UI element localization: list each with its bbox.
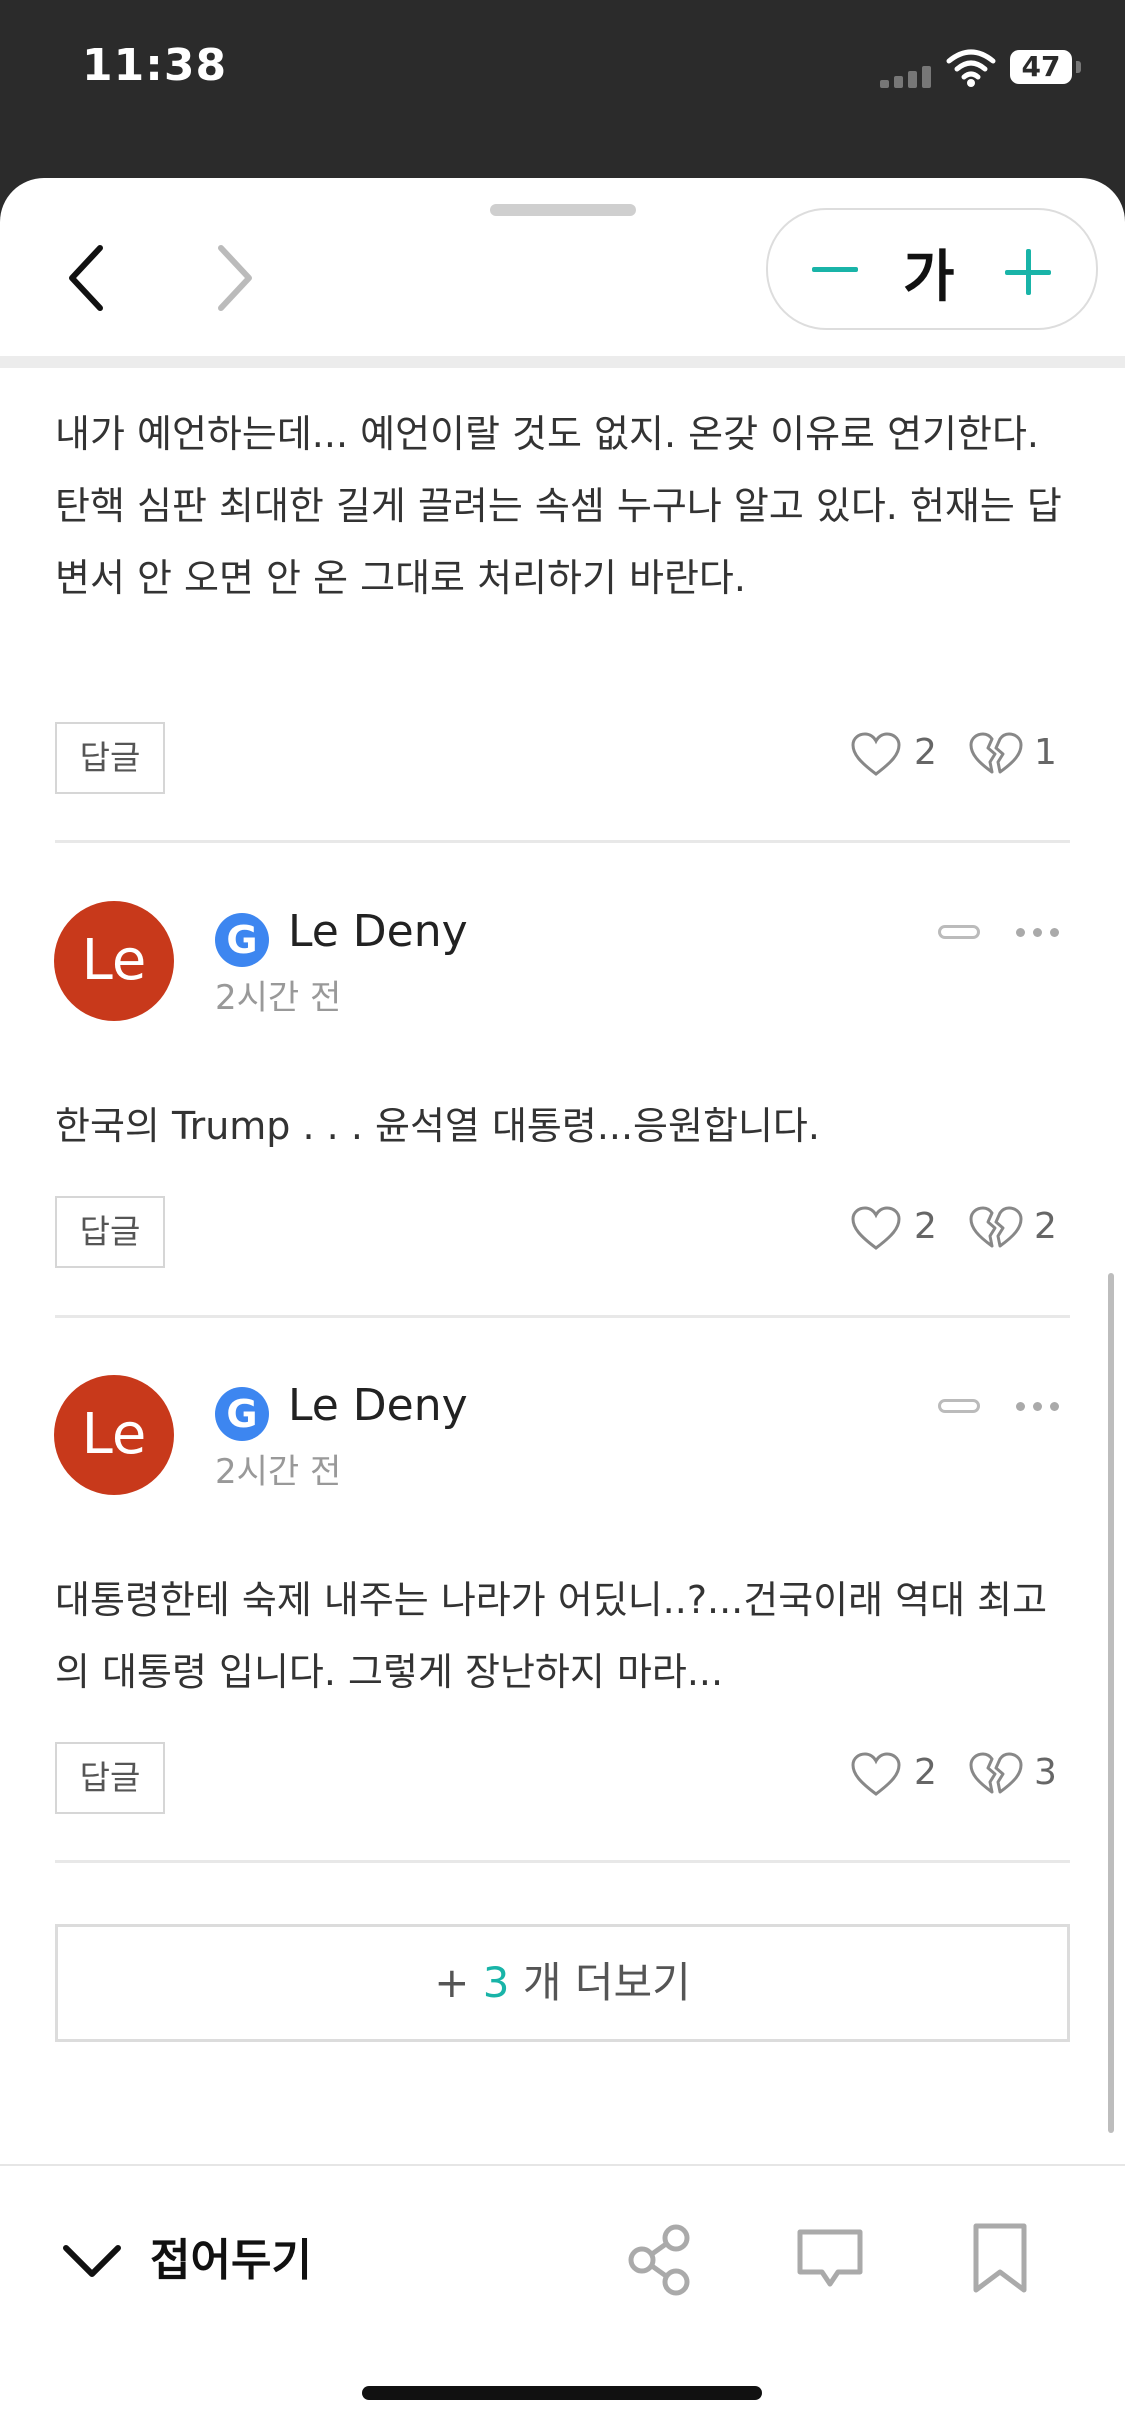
comment-divider (55, 1315, 1070, 1318)
comment-text: 한국의 Trump . . . 윤석열 대통령...응원합니다. (55, 1104, 820, 1148)
collapse-icon[interactable] (938, 925, 980, 939)
share-icon[interactable] (622, 2220, 702, 2300)
dislike-button[interactable]: 1 (968, 726, 1068, 786)
google-icon: G (215, 1387, 269, 1441)
load-more-suffix: 개 더보기 (509, 1958, 691, 2007)
forward-button[interactable] (205, 238, 265, 318)
back-button[interactable] (60, 238, 120, 318)
google-icon: G (215, 913, 269, 967)
like-count: 2 (914, 1206, 937, 1247)
reply-button[interactable]: 답글 (55, 1196, 165, 1268)
scrollbar[interactable] (1108, 1273, 1114, 2133)
more-options-icon[interactable] (1016, 928, 1060, 938)
comment-divider (55, 1860, 1070, 1863)
broken-heart-icon (969, 1206, 1023, 1248)
chevron-left-icon (69, 245, 103, 311)
bottom-toolbar: 접어두기 (0, 2164, 1125, 2436)
header-divider (0, 356, 1125, 368)
dislike-count: 3 (1034, 1752, 1057, 1793)
like-button[interactable]: 2 (850, 1746, 950, 1806)
load-more-prefix: + (434, 1958, 483, 2007)
like-count: 2 (914, 1752, 937, 1793)
avatar[interactable]: Le (54, 901, 174, 1021)
font-decrease-button[interactable] (806, 250, 866, 290)
dislike-button[interactable]: 2 (968, 1200, 1068, 1260)
like-count: 2 (914, 732, 937, 773)
avatar[interactable]: Le (54, 1375, 174, 1495)
heart-icon (851, 1752, 901, 1796)
more-options-icon[interactable] (1016, 1402, 1060, 1412)
bookmark-icon[interactable] (960, 2220, 1040, 2300)
comment-time: 2시간 전 (215, 978, 342, 1018)
chevron-down-icon (63, 2245, 121, 2277)
battery-level: 47 (1010, 50, 1072, 84)
heart-icon (851, 732, 901, 776)
comment-text: 대통령한테 숙제 내주는 나라가 어딨니..?...건국이래 역대 최고의 대통… (55, 1578, 1048, 1694)
collapse-icon[interactable] (938, 1399, 980, 1413)
heart-icon (851, 1206, 901, 1250)
home-indicator (362, 2386, 762, 2400)
sheet-grabber[interactable] (490, 204, 636, 216)
chevron-right-icon (218, 245, 252, 311)
status-bar: 11:38 47 (0, 0, 1125, 180)
comment-time: 2시간 전 (215, 1452, 342, 1492)
like-button[interactable]: 2 (850, 726, 950, 786)
load-more-count: 3 (482, 1958, 510, 2007)
load-more-button[interactable]: + 3 개 더보기 (55, 1924, 1070, 2042)
font-increase-button[interactable] (1000, 248, 1060, 298)
broken-heart-icon (969, 1752, 1023, 1794)
dislike-button[interactable]: 3 (968, 1746, 1068, 1806)
reply-button[interactable]: 답글 (55, 722, 165, 794)
author-name[interactable]: Le Deny (288, 906, 468, 957)
broken-heart-icon (969, 732, 1023, 774)
comment-text: 내가 예언하는데... 예언이랄 것도 없지. 온갖 이유로 연기한다. 탄핵 … (55, 412, 1062, 600)
cellular-signal-icon (880, 64, 940, 88)
comment-divider (55, 840, 1070, 843)
wifi-icon (946, 48, 996, 88)
fold-label: 접어두기 (150, 2235, 312, 2286)
like-button[interactable]: 2 (850, 1200, 950, 1260)
dislike-count: 1 (1034, 732, 1057, 773)
status-time: 11:38 (82, 40, 228, 91)
font-size-control: 가 (766, 208, 1098, 330)
author-name[interactable]: Le Deny (288, 1380, 468, 1431)
reply-button[interactable]: 답글 (55, 1742, 165, 1814)
dislike-count: 2 (1034, 1206, 1057, 1247)
comments-sheet: 가 내가 예언하는데... 예언이랄 것도 없지. 온갖 이유로 연기한다. 탄… (0, 178, 1125, 2436)
font-size-label: 가 (903, 245, 955, 310)
comment-icon[interactable] (790, 2220, 870, 2300)
battery-icon: 47 (1010, 50, 1081, 84)
